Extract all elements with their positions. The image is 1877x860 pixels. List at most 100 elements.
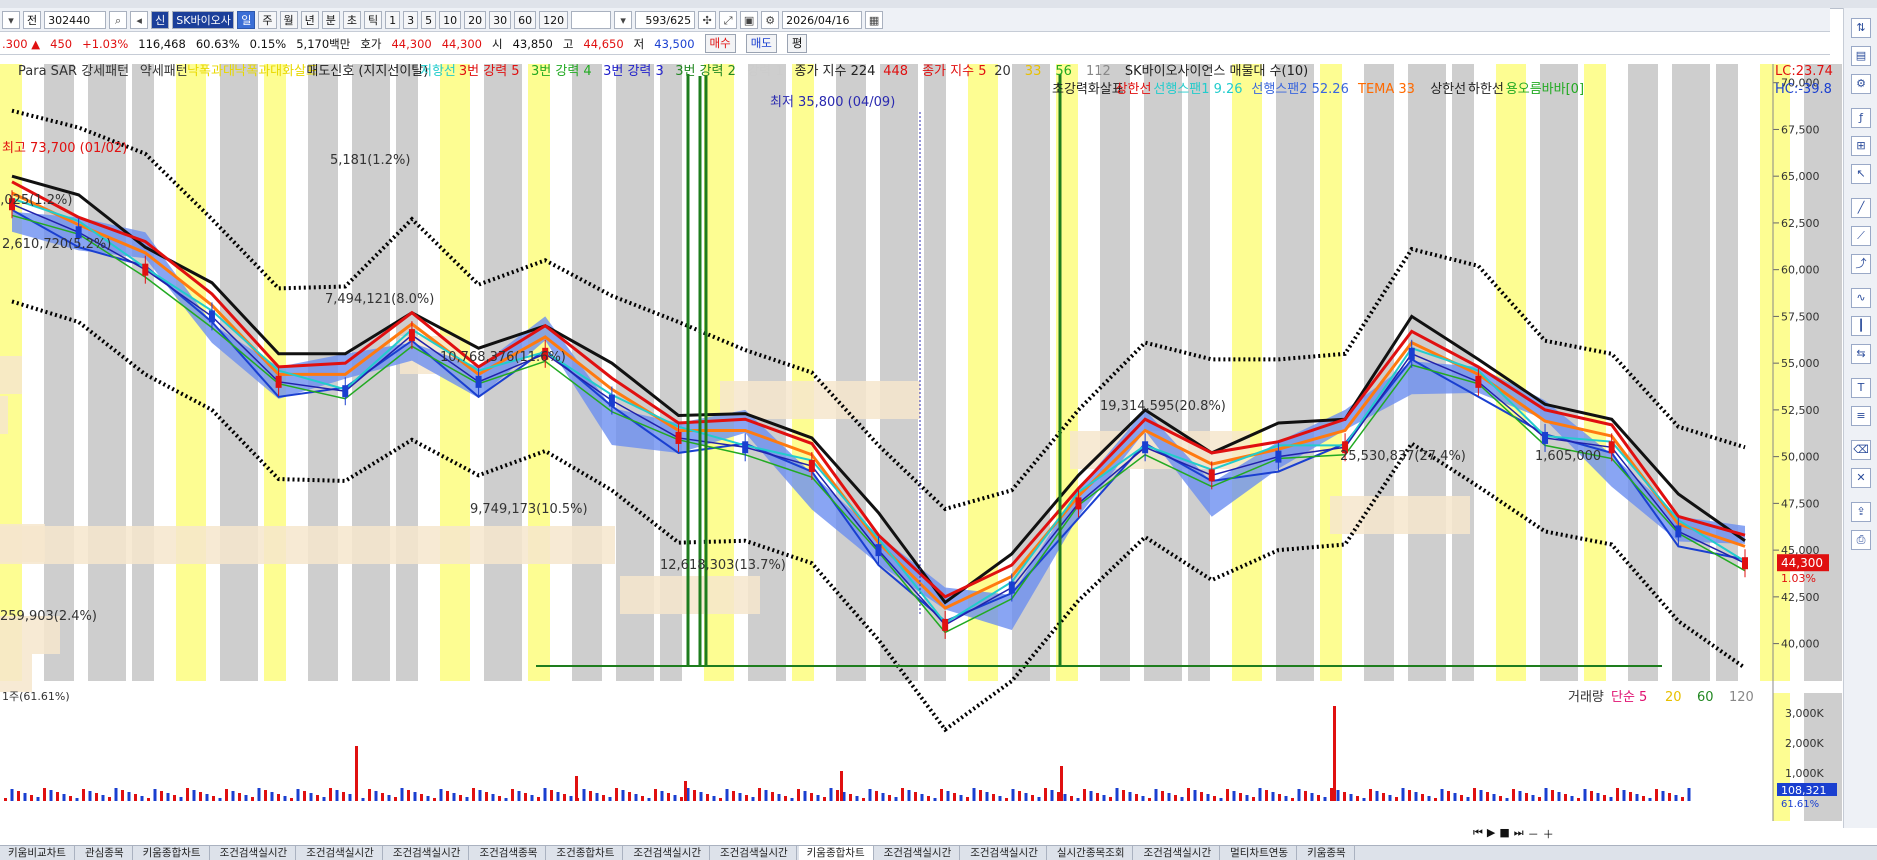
eraser-icon[interactable]: ⌫	[1851, 440, 1871, 460]
window-tab-active[interactable]: 키움종합차트	[798, 846, 874, 860]
erase-all-icon[interactable]: ✕	[1851, 468, 1871, 488]
flat-button[interactable]: 평	[786, 34, 808, 53]
session-stripe	[1584, 64, 1606, 681]
window-tab[interactable]: 조건검색실시간	[298, 846, 383, 860]
candle-icon[interactable]: ┃	[1851, 316, 1871, 336]
play-icon[interactable]: ▶	[1487, 826, 1495, 842]
window-tab[interactable]: 조건검색실시간	[625, 846, 711, 860]
chart-type-icon[interactable]: ⇅	[1851, 18, 1871, 38]
volume-bar	[1271, 792, 1275, 801]
formula-icon[interactable]: ƒ	[1851, 108, 1871, 128]
volume-bar	[777, 794, 781, 801]
window-tab[interactable]: 조건검색실시간	[1135, 846, 1221, 860]
chart-area[interactable]: 40,000 42,500 45,000 47,500 50,000 52,500 55,0…	[0, 56, 1843, 843]
session-stripe	[836, 64, 866, 681]
date-input[interactable]: 2026/04/16	[782, 10, 863, 29]
annotation-label: 2,610,720(5.2%)	[2, 237, 111, 252]
window-tab[interactable]: 조건검색실시간	[385, 846, 470, 860]
zoom-icon[interactable]: ⤢	[719, 10, 738, 29]
window-tab[interactable]: 키움종목	[1299, 846, 1355, 860]
print-icon[interactable]: ⎙	[1851, 530, 1871, 550]
window-tab[interactable]: 조건검색실시간	[212, 846, 297, 860]
prev-icon[interactable]: ◂	[130, 10, 149, 29]
tab-monthly[interactable]: 월	[279, 10, 298, 29]
volume-bar	[192, 790, 196, 801]
chevron-down-icon[interactable]: ▾	[614, 10, 633, 29]
crosshair-icon[interactable]: ✣	[698, 10, 717, 29]
wave-icon[interactable]: ∿	[1851, 288, 1871, 308]
minute-option-60[interactable]: 60	[514, 10, 537, 29]
window-tab[interactable]: 조건검색실시간	[962, 846, 1047, 860]
legend-item: 112	[1086, 64, 1111, 79]
volume-bar	[758, 788, 761, 801]
volume-bar	[1349, 794, 1353, 801]
minute-option-3[interactable]: 3	[403, 10, 419, 29]
window-tab[interactable]: 키움비교차트	[0, 846, 75, 860]
volume-bar	[972, 788, 976, 801]
window-tab[interactable]: 조건검색실시간	[876, 846, 961, 860]
dropdown-icon[interactable]: ▾	[2, 10, 20, 29]
auto-trend-icon[interactable]: ⤴	[1851, 254, 1871, 274]
pointer-icon[interactable]: ↖	[1851, 164, 1871, 184]
volume-bar	[1440, 789, 1444, 801]
stock-chart[interactable]: 40,00042,50045,00047,50050,00052,50055,0…	[0, 56, 1843, 843]
legend-item: 56	[1055, 64, 1072, 79]
stock-name[interactable]: SK바이오사	[172, 10, 235, 29]
minute-option-120[interactable]: 120	[539, 10, 569, 29]
buy-button[interactable]: 매수	[704, 34, 736, 53]
window-tab[interactable]: 키움종합차트	[135, 846, 210, 860]
volume-bar	[803, 791, 807, 801]
last-icon[interactable]: ⏭	[1514, 826, 1524, 842]
first-icon[interactable]: ⏮	[1473, 826, 1483, 842]
tab-daily[interactable]: 일	[237, 10, 256, 29]
stock-code-input[interactable]: 302440	[44, 10, 107, 29]
line-tool-icon[interactable]: ╱	[1851, 198, 1871, 218]
window-tab[interactable]: 실시간종목조회	[1049, 846, 1134, 860]
settings-icon[interactable]: ⚙	[761, 10, 780, 29]
minute-option-5[interactable]: 5	[421, 10, 437, 29]
volume-bar	[1544, 788, 1548, 801]
tab-minute[interactable]: 분	[321, 10, 340, 29]
compare-icon[interactable]: ⊞	[1851, 136, 1871, 156]
tab-weekly[interactable]: 주	[258, 10, 277, 29]
y-tick-label: 57,500	[1781, 310, 1820, 323]
window-tab[interactable]: 조건검색종목	[471, 846, 547, 860]
tab-yearly[interactable]: 년	[300, 10, 319, 29]
session-stripe	[1276, 64, 1314, 681]
volume-profile-box	[1330, 496, 1470, 534]
tab-second[interactable]: 초	[342, 10, 361, 29]
minute-option-1[interactable]: 1	[385, 10, 401, 29]
search-icon[interactable]: ⌕	[109, 10, 128, 29]
minute-option-30[interactable]: 30	[489, 10, 512, 29]
zoom-in-icon[interactable]: ＋	[1543, 826, 1554, 842]
stop-icon[interactable]: ■	[1499, 826, 1509, 842]
save-icon[interactable]: ▣	[740, 10, 759, 29]
zoom-out-icon[interactable]: －	[1528, 826, 1539, 842]
sell-button[interactable]: 매도	[745, 34, 777, 53]
window-tab[interactable]: 관심종목	[77, 846, 133, 860]
volume-bar	[309, 793, 313, 801]
indicator-icon[interactable]: ▤	[1851, 46, 1871, 66]
window-tab[interactable]: 멀티차트연동	[1222, 846, 1298, 860]
trendline-icon[interactable]: ⟋	[1851, 226, 1871, 246]
volume-bar	[966, 797, 969, 801]
text-tool-icon[interactable]: T	[1851, 378, 1871, 398]
volume-bar	[836, 790, 839, 801]
minute-option-20[interactable]: 20	[464, 10, 487, 29]
interval-input[interactable]	[571, 10, 612, 29]
arrow-tool-icon[interactable]: ⇆	[1851, 344, 1871, 364]
volume-profile-box	[620, 576, 760, 614]
minute-option-10[interactable]: 10	[439, 10, 462, 29]
mode-select[interactable]: 전	[23, 10, 42, 29]
window-tab[interactable]: 조건종합차트	[548, 846, 624, 860]
volume-bar	[348, 794, 352, 801]
calendar-icon[interactable]: ▦	[865, 10, 884, 29]
tab-tick[interactable]: 틱	[364, 10, 383, 29]
export-icon[interactable]: ⇪	[1851, 502, 1871, 522]
legend-item: 상한선	[1430, 82, 1466, 97]
data-range-display[interactable]: 593/625	[635, 10, 696, 29]
fibonacci-icon[interactable]: ≡	[1851, 406, 1871, 426]
volume-bar	[1297, 789, 1301, 801]
window-tab[interactable]: 조건검색실시간	[712, 846, 797, 860]
gear-icon[interactable]: ⚙	[1851, 74, 1871, 94]
